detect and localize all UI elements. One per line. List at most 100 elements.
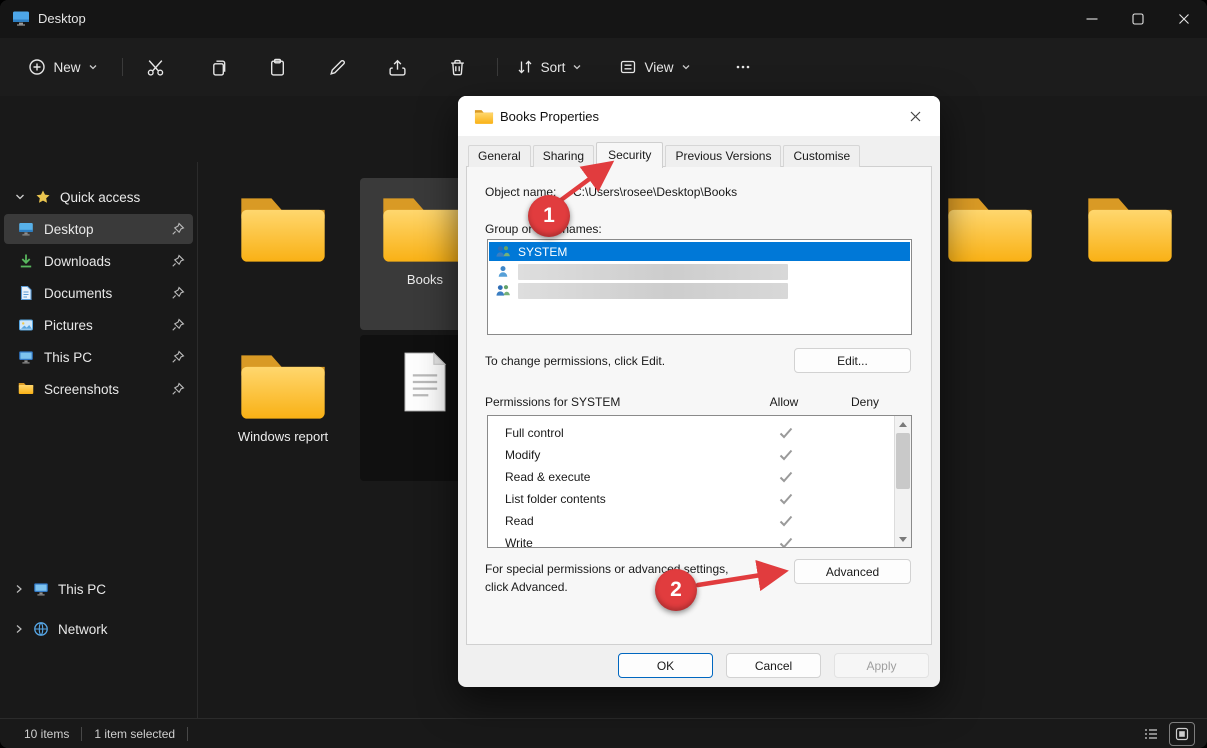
pictures-icon (18, 317, 34, 333)
star-icon (35, 189, 51, 205)
new-label: New (53, 60, 80, 75)
permission-row[interactable]: Modify (489, 444, 893, 466)
annotation-step-2: 2 (655, 569, 697, 611)
maximize-icon (1130, 11, 1146, 27)
cancel-button[interactable]: Cancel (726, 653, 821, 678)
pin-icon (171, 350, 185, 364)
allow-check-icon (774, 427, 798, 439)
quick-access-header[interactable]: Quick access (4, 182, 193, 212)
advanced-button[interactable]: Advanced (794, 559, 911, 584)
scrollbar-thumb[interactable] (896, 433, 910, 489)
permission-row[interactable]: Read & execute (489, 466, 893, 488)
scroll-down-button[interactable] (895, 531, 911, 547)
file-label: Windows report (238, 429, 328, 444)
edit-button[interactable]: Edit... (794, 348, 911, 373)
copy-button[interactable] (197, 49, 237, 85)
dialog-title: Books Properties (500, 109, 599, 124)
cut-icon (146, 58, 165, 77)
user-group-icon (495, 283, 511, 298)
tab-security[interactable]: Security (596, 142, 663, 168)
file-tile-folder[interactable] (1065, 178, 1195, 330)
tab-customise[interactable]: Customise (783, 145, 860, 167)
close-icon (1176, 11, 1192, 27)
sidebar-item-desktop[interactable]: Desktop (4, 214, 193, 244)
file-tile-folder[interactable] (218, 178, 348, 330)
item-count: 10 items (24, 727, 69, 741)
chevron-down-icon (681, 62, 691, 72)
close-button[interactable] (1161, 0, 1207, 38)
allow-check-icon (774, 515, 798, 527)
redacted-name (518, 264, 788, 280)
rename-button[interactable] (317, 49, 357, 85)
copy-icon (208, 58, 227, 77)
sidebar-tree-network[interactable]: Network (4, 614, 193, 644)
ok-button[interactable]: OK (618, 653, 713, 678)
share-button[interactable] (377, 49, 417, 85)
group-item-redacted[interactable] (489, 281, 910, 300)
file-label: Books (407, 272, 443, 287)
view-button[interactable]: View (612, 49, 698, 85)
sidebar-tree-this-pc[interactable]: This PC (4, 574, 193, 604)
cut-button[interactable] (135, 49, 175, 85)
scroll-up-button[interactable] (895, 416, 911, 432)
window-title: Desktop (38, 11, 86, 26)
permissions-list[interactable]: Full control Modify Read & execute List … (487, 415, 912, 548)
paste-button[interactable] (257, 49, 297, 85)
permission-row[interactable]: Write (489, 532, 893, 548)
sidebar-item-label: Downloads (44, 254, 111, 269)
object-name-value: C:\Users\rosee\Desktop\Books (573, 185, 737, 199)
close-icon (909, 110, 922, 123)
group-item-system[interactable]: SYSTEM (489, 242, 910, 261)
plus-circle-icon (28, 58, 46, 76)
permission-row[interactable]: Read (489, 510, 893, 532)
file-tile-folder[interactable] (925, 178, 1055, 330)
sort-button[interactable]: Sort (510, 49, 588, 85)
details-view-button[interactable] (1139, 723, 1163, 745)
maximize-button[interactable] (1115, 0, 1161, 38)
delete-button[interactable] (437, 49, 477, 85)
details-view-icon (1143, 726, 1159, 742)
document-icon (400, 351, 450, 413)
this-pc-icon (33, 581, 49, 597)
chevron-down-icon (572, 62, 582, 72)
sidebar-item-downloads[interactable]: Downloads (4, 246, 193, 276)
more-options-button[interactable] (723, 49, 763, 85)
tab-general[interactable]: General (468, 145, 531, 167)
status-bar: 10 items 1 item selected (0, 718, 1207, 748)
documents-icon (18, 285, 34, 301)
rename-icon (328, 58, 347, 77)
file-explorer-window: Desktop New (0, 0, 1207, 748)
group-item-redacted[interactable] (489, 262, 910, 281)
permissions-scrollbar[interactable] (894, 416, 911, 547)
thumbnail-view-button[interactable] (1169, 722, 1195, 746)
status-divider (187, 727, 188, 741)
this-pc-icon (18, 349, 34, 365)
sidebar-item-pictures[interactable]: Pictures (4, 310, 193, 340)
file-tile-windows-report[interactable]: Windows report (218, 335, 348, 487)
minimize-button[interactable] (1069, 0, 1115, 38)
edit-hint: To change permissions, click Edit. (485, 354, 665, 368)
group-user-list[interactable]: SYSTEM (487, 239, 912, 335)
permission-row[interactable]: Full control (489, 422, 893, 444)
properties-dialog: Books Properties General Sharing Securit… (458, 96, 940, 687)
permission-row[interactable]: List folder contents (489, 488, 893, 510)
folder-icon (237, 194, 329, 266)
quick-access-label: Quick access (60, 190, 140, 205)
command-bar: New Sort View (0, 38, 1207, 96)
apply-button[interactable]: Apply (834, 653, 929, 678)
ellipsis-icon (734, 58, 752, 76)
dialog-close-button[interactable] (900, 103, 930, 129)
advanced-hint-line2: click Advanced. (485, 580, 568, 594)
allow-check-icon (774, 493, 798, 505)
tab-sharing[interactable]: Sharing (533, 145, 594, 167)
trash-icon (448, 58, 467, 77)
sidebar-item-documents[interactable]: Documents (4, 278, 193, 308)
new-button[interactable]: New (16, 49, 110, 85)
sidebar-item-this-pc[interactable]: This PC (4, 342, 193, 372)
sidebar-item-label: This PC (44, 350, 92, 365)
toolbar-divider (497, 58, 498, 76)
dialog-titlebar: Books Properties (458, 96, 940, 136)
sidebar-item-screenshots[interactable]: Screenshots (4, 374, 193, 404)
tab-previous-versions[interactable]: Previous Versions (665, 145, 781, 167)
redacted-name (518, 283, 788, 299)
